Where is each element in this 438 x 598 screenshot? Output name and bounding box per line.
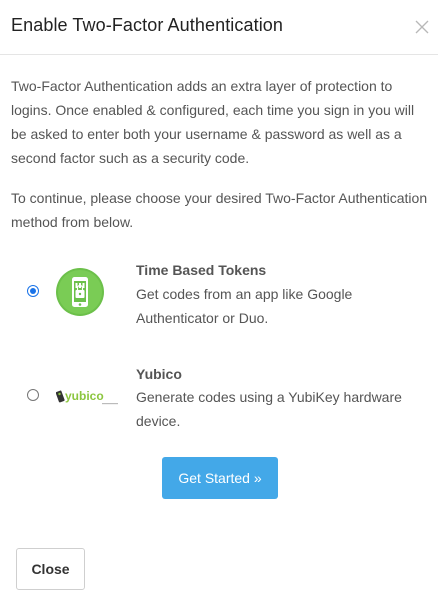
close-button[interactable]: Close (16, 548, 85, 590)
modal-title: Enable Two-Factor Authentication (11, 15, 284, 35)
yubico-logo: yubico (56, 389, 118, 405)
radio-yubico[interactable] (27, 389, 39, 401)
instructions-text: To continue, please choose your desired … (11, 190, 428, 230)
two-factor-modal: Enable Two-Factor Authentication Two-Fac… (0, 0, 438, 598)
option-title-yubico: Yubico (136, 366, 182, 382)
header-divider (0, 54, 438, 55)
option-desc-time-based-tokens: Get codes from an app like Google Authen… (136, 286, 353, 326)
option-desc-yubico: Generate codes using a YubiKey hardware … (136, 389, 402, 429)
close-icon[interactable] (413, 18, 431, 36)
intro-text: Two-Factor Authentication adds an extra … (11, 78, 415, 166)
get-started-button[interactable]: Get Started » (162, 457, 278, 499)
option-title-time-based-tokens: Time Based Tokens (136, 262, 267, 278)
totp-phone-icon (56, 268, 104, 316)
yubico-logo-text: yubico (65, 389, 104, 403)
radio-time-based-tokens[interactable] (27, 285, 39, 297)
